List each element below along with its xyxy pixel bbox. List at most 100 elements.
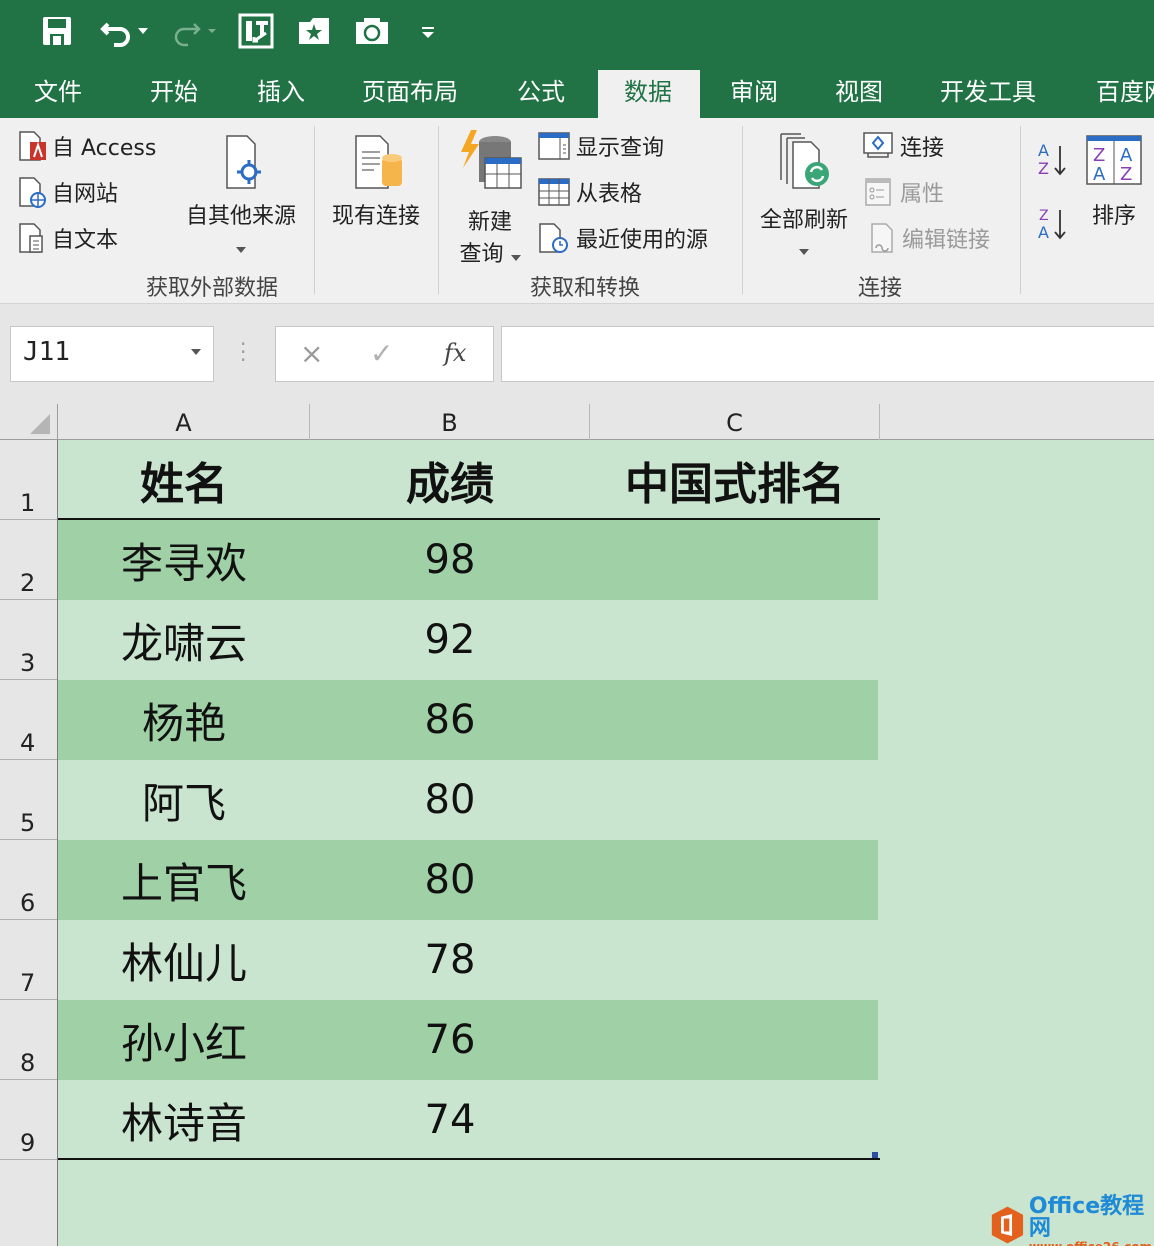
rank-cell[interactable] bbox=[590, 680, 880, 760]
tab-home[interactable]: 开始 bbox=[140, 70, 208, 118]
from-other-sources-button[interactable]: 自其他来源 bbox=[180, 132, 302, 259]
table-row: 杨艳 86 bbox=[58, 680, 878, 760]
chevron-down-icon[interactable] bbox=[191, 349, 201, 355]
text-file-icon bbox=[19, 223, 43, 253]
undo-button[interactable] bbox=[100, 12, 148, 50]
name-cell[interactable]: 上官飞 bbox=[58, 840, 310, 920]
other-sources-icon bbox=[226, 135, 261, 189]
name-cell[interactable]: 李寻欢 bbox=[58, 520, 310, 600]
score-cell[interactable]: 74 bbox=[310, 1080, 590, 1160]
resize-handle[interactable]: · · · bbox=[240, 334, 246, 370]
new-query-button[interactable]: 新建 查询 bbox=[450, 128, 530, 268]
tab-view[interactable]: 视图 bbox=[825, 70, 893, 118]
score-cell[interactable]: 86 bbox=[310, 680, 590, 760]
row-header-5[interactable]: 5 bbox=[0, 760, 57, 840]
redo-button[interactable] bbox=[170, 12, 216, 50]
row-header-6[interactable]: 6 bbox=[0, 840, 57, 920]
svg-text:Z: Z bbox=[1120, 164, 1132, 185]
column-header-a[interactable]: A bbox=[58, 404, 310, 440]
form-icon bbox=[238, 13, 274, 49]
worksheet-grid[interactable]: 姓名 成绩 中国式排名 李寻欢 98 龙啸云 92 杨艳 86 阿飞 80 上官… bbox=[58, 440, 1154, 1246]
chevron-down-icon bbox=[510, 255, 521, 261]
edit-links-button[interactable]: 编辑链接 bbox=[868, 222, 990, 254]
insert-function-icon[interactable]: fx bbox=[444, 339, 466, 367]
tab-formulas[interactable]: 公式 bbox=[507, 70, 575, 118]
name-cell[interactable]: 孙小红 bbox=[58, 1000, 310, 1080]
header-cell-score[interactable]: 成绩 bbox=[310, 440, 590, 520]
undo-dropdown-icon[interactable] bbox=[138, 28, 148, 34]
select-all-button[interactable] bbox=[0, 404, 58, 440]
score-cell[interactable]: 78 bbox=[310, 920, 590, 1000]
rank-cell[interactable] bbox=[590, 920, 880, 1000]
refresh-all-button[interactable]: 全部刷新 bbox=[754, 130, 854, 261]
camera-button[interactable] bbox=[354, 12, 390, 50]
name-cell[interactable]: 龙啸云 bbox=[58, 600, 310, 680]
customize-icon bbox=[422, 27, 434, 38]
form-button[interactable] bbox=[238, 12, 274, 50]
existing-connections-button[interactable]: 现有连接 bbox=[326, 132, 426, 230]
score-cell[interactable]: 98 bbox=[310, 520, 590, 600]
tab-developer[interactable]: 开发工具 bbox=[930, 70, 1046, 118]
tab-review[interactable]: 审阅 bbox=[720, 70, 788, 118]
ribbon-tabs: 文件 开始 插入 页面布局 公式 数据 审阅 视图 开发工具 百度网 bbox=[0, 62, 1154, 118]
score-cell[interactable]: 80 bbox=[310, 760, 590, 840]
tab-page-layout[interactable]: 页面布局 bbox=[352, 70, 468, 118]
rank-cell[interactable] bbox=[590, 520, 880, 600]
name-cell[interactable]: 阿飞 bbox=[58, 760, 310, 840]
row-header-7[interactable]: 7 bbox=[0, 920, 57, 1000]
score-cell[interactable]: 80 bbox=[310, 840, 590, 920]
refresh-all-icon bbox=[780, 133, 829, 189]
rank-cell[interactable] bbox=[590, 760, 880, 840]
recent-sources-button[interactable]: 最近使用的源 bbox=[538, 222, 708, 254]
redo-dropdown-icon[interactable] bbox=[208, 29, 216, 33]
tab-insert[interactable]: 插入 bbox=[247, 70, 315, 118]
save-button[interactable] bbox=[40, 12, 74, 50]
properties-button[interactable]: 属性 bbox=[862, 176, 944, 208]
row-header-3[interactable]: 3 bbox=[0, 600, 57, 680]
formula-input[interactable] bbox=[501, 326, 1154, 382]
score-cell[interactable]: 76 bbox=[310, 1000, 590, 1080]
name-cell[interactable]: 杨艳 bbox=[58, 680, 310, 760]
row-header-8[interactable]: 8 bbox=[0, 1000, 57, 1080]
from-other-sources-label: 自其他来源 bbox=[185, 204, 296, 229]
svg-text:Z: Z bbox=[1039, 208, 1049, 224]
watermark-title: Office教程网 bbox=[1028, 1194, 1145, 1241]
row-header-4[interactable]: 4 bbox=[0, 680, 57, 760]
rank-cell[interactable] bbox=[590, 1080, 880, 1160]
connections-button[interactable]: 连接 bbox=[862, 130, 944, 162]
from-access-button[interactable]: 自 Access bbox=[18, 130, 156, 162]
row-headers: 1 2 3 4 5 6 7 8 9 bbox=[0, 440, 58, 1246]
column-header-b[interactable]: B bbox=[310, 404, 590, 440]
sort-button[interactable]: Z A A Z 排序 bbox=[1082, 134, 1146, 230]
favorite-folder-button[interactable] bbox=[296, 12, 332, 50]
rank-cell[interactable] bbox=[590, 1000, 880, 1080]
rank-cell[interactable] bbox=[590, 840, 880, 920]
svg-text:A: A bbox=[1093, 164, 1106, 185]
column-header-c[interactable]: C bbox=[590, 404, 880, 440]
header-cell-name[interactable]: 姓名 bbox=[58, 440, 310, 520]
sort-ascending-button[interactable]: A Z bbox=[1036, 140, 1070, 180]
from-table-button[interactable]: 从表格 bbox=[538, 176, 642, 208]
name-box[interactable]: J11 bbox=[10, 326, 214, 382]
sort-descending-button[interactable]: Z A bbox=[1036, 204, 1070, 244]
from-text-button[interactable]: 自文本 bbox=[18, 222, 118, 254]
row-header-1[interactable]: 1 bbox=[0, 440, 57, 520]
tab-baidu[interactable]: 百度网 bbox=[1086, 70, 1154, 118]
enter-icon[interactable]: ✓ bbox=[370, 337, 393, 370]
rank-cell[interactable] bbox=[590, 600, 880, 680]
table-resize-handle[interactable] bbox=[872, 1152, 878, 1158]
header-cell-rank[interactable]: 中国式排名 bbox=[590, 440, 880, 520]
tab-data[interactable]: 数据 bbox=[598, 70, 700, 118]
cancel-icon[interactable]: × bbox=[300, 337, 323, 370]
from-web-button[interactable]: 自网站 bbox=[18, 176, 118, 208]
name-cell[interactable]: 林仙儿 bbox=[58, 920, 310, 1000]
row-header-2[interactable]: 2 bbox=[0, 520, 57, 600]
name-cell[interactable]: 林诗音 bbox=[58, 1080, 310, 1160]
sort-za-icon: Z A bbox=[1038, 208, 1066, 242]
recent-sources-label: 最近使用的源 bbox=[576, 228, 709, 253]
show-queries-button[interactable]: 显示查询 bbox=[538, 130, 664, 162]
customize-qat-button[interactable] bbox=[420, 12, 436, 50]
tab-file[interactable]: 文件 bbox=[24, 70, 92, 118]
score-cell[interactable]: 92 bbox=[310, 600, 590, 680]
row-header-9[interactable]: 9 bbox=[0, 1080, 57, 1160]
